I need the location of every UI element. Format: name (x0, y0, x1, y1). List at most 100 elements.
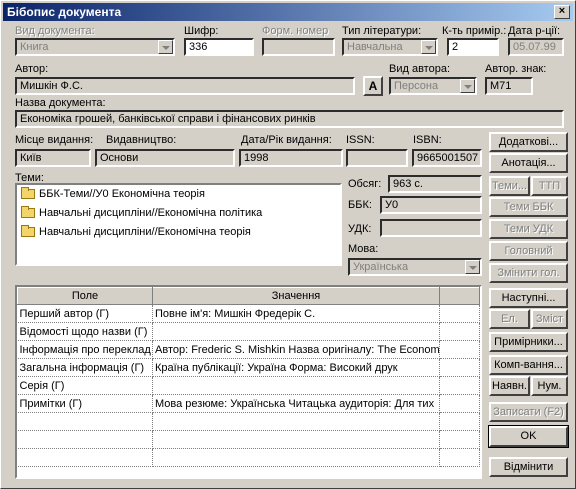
fields-table[interactable]: Поле Значення Перший автор (Г) Повне ім'я… (15, 285, 482, 479)
isbn-label: ISBN: (413, 134, 442, 146)
issn-input[interactable] (346, 149, 408, 167)
table-cell (17, 430, 153, 449)
topics-list[interactable]: ББК-Теми//У0 Економічна теорія Навчальні… (15, 183, 342, 266)
cancel-button[interactable]: Відмінити (489, 457, 568, 477)
place-input[interactable]: Київ (15, 149, 91, 167)
completing-button[interactable]: Комп-вання... (489, 355, 568, 375)
volume-input[interactable]: 963 с. (388, 175, 482, 193)
isbn-input[interactable]: 9665001507 (412, 149, 482, 167)
table-cell: Відомості щодо назви (Г) (17, 322, 153, 341)
date-year-input[interactable]: 1998 (239, 149, 343, 167)
input-date-input[interactable]: 05.07.99 (508, 38, 564, 56)
column-header-field[interactable]: Поле (17, 287, 153, 305)
table-row[interactable]: Відомості щодо назви (Г) (17, 322, 480, 341)
topics-bbk-button[interactable]: Теми ББК (489, 197, 568, 217)
form-number-input[interactable] (262, 38, 335, 56)
list-item[interactable]: ББК-Теми//У0 Економічна теорія (17, 185, 340, 204)
table-cell (152, 430, 440, 449)
table-row[interactable]: Примітки (Г) Мова резюме: Українська Чита… (17, 394, 480, 413)
udk-input[interactable] (380, 219, 482, 237)
table-cell (439, 448, 480, 467)
table-cell (439, 340, 480, 359)
additional-button[interactable]: Додаткові... (489, 132, 568, 152)
copies-input[interactable]: 2 (447, 38, 499, 56)
contents-button[interactable]: Зміст (531, 309, 568, 329)
column-header-value[interactable]: Значення (152, 287, 440, 305)
folder-icon (21, 225, 35, 238)
doc-type-select[interactable]: Книга (15, 38, 175, 56)
doc-name-label: Назва документа: (15, 97, 106, 109)
availability-button[interactable]: Наявн. (489, 376, 530, 396)
table-cell: Автор: Frederic S. Mishkin Назва оригіна… (152, 340, 440, 359)
main-button[interactable]: Головний (489, 241, 568, 261)
folder-icon (21, 187, 35, 200)
list-item[interactable]: Навчальні дисципліни//Економічна теорія (17, 223, 340, 242)
doc-name-input[interactable]: Економіка грошей, банківської справи і ф… (15, 110, 564, 128)
table-cell (439, 304, 480, 323)
table-cell (17, 412, 153, 431)
table-cell: Повне ім'я: Мишкін Фредерік С. (152, 304, 440, 323)
chevron-down-icon[interactable] (421, 40, 436, 54)
table-cell (17, 448, 153, 467)
annotation-button[interactable]: Анотація... (489, 153, 568, 173)
cipher-label: Шифр: (184, 25, 219, 37)
author-input[interactable]: Мишкін Ф.С. (15, 77, 355, 95)
table-row[interactable]: Перший автор (Г) Повне ім'я: Мишкін Фреде… (17, 304, 480, 323)
table-row[interactable]: Серія (Г) (17, 376, 480, 395)
chevron-down-icon[interactable] (460, 79, 475, 93)
table-cell (439, 358, 480, 377)
input-date-label: Дата р-ції: (508, 25, 561, 37)
form-number-label: Форм. номер (262, 25, 329, 37)
topic-label: ББК-Теми//У0 Економічна теорія (39, 188, 205, 200)
close-button[interactable]: × (554, 5, 570, 19)
el-button[interactable]: Ел. (489, 309, 530, 329)
table-row[interactable] (17, 430, 480, 449)
save-button[interactable]: Записати (F2) (489, 402, 568, 422)
list-item[interactable]: Навчальні дисципліни//Економічна політик… (17, 204, 340, 223)
window-title: Бібопис документа (7, 5, 122, 19)
chevron-down-icon[interactable] (158, 40, 173, 54)
place-label: Місце видання: (15, 134, 94, 146)
language-label: Мова: (348, 243, 379, 255)
author-lookup-button[interactable]: A (363, 76, 383, 96)
lit-type-value: Навчальна (347, 41, 403, 53)
change-main-button[interactable]: Змінити гол. (489, 263, 568, 283)
doc-type-value: Книга (20, 41, 49, 53)
table-cell (152, 412, 440, 431)
author-sign-label: Автор. знак: (485, 63, 547, 75)
column-header-extra (439, 287, 480, 305)
topics-udk-button[interactable]: Теми УДК (489, 219, 568, 239)
cipher-input[interactable]: 336 (184, 38, 254, 56)
lit-type-select[interactable]: Навчальна (342, 38, 438, 56)
table-row[interactable]: Інформація про переклад Автор: Frederic S… (17, 340, 480, 359)
ttp-button[interactable]: ТТП (531, 176, 568, 196)
bbk-input[interactable]: У0 (380, 196, 482, 214)
num-button[interactable]: Нум. (531, 376, 568, 396)
table-cell: Країна публікації: Україна Форма: Високи… (152, 358, 440, 377)
table-row[interactable]: Загальна інформація (Г) Країна публікації… (17, 358, 480, 377)
next-button[interactable]: Наступні... (489, 288, 568, 308)
ok-button[interactable]: OK (488, 425, 569, 448)
author-type-select[interactable]: Персона (389, 77, 477, 95)
bbk-label: ББК: (348, 199, 372, 211)
table-cell (152, 376, 440, 395)
author-sign-input[interactable]: М71 (485, 77, 533, 95)
copies-button[interactable]: Примірники... (489, 332, 568, 352)
table-cell (439, 412, 480, 431)
table-cell (439, 322, 480, 341)
table-row[interactable] (17, 448, 480, 467)
lit-type-label: Тип літератури: (342, 25, 422, 37)
table-cell (439, 394, 480, 413)
chevron-down-icon[interactable] (465, 260, 480, 274)
language-select[interactable]: Українська (348, 258, 482, 276)
table-cell: Перший автор (Г) (17, 304, 153, 323)
bibliographic-dialog: Бібопис документа × Вид документа: Книга… (0, 0, 576, 489)
folder-icon (21, 206, 35, 219)
author-label: Автор: (15, 63, 49, 75)
topics-button[interactable]: Теми... (489, 176, 530, 196)
topic-label: Навчальні дисципліни//Економічна теорія (39, 226, 251, 238)
table-row[interactable] (17, 412, 480, 431)
publisher-input[interactable]: Основи (95, 149, 235, 167)
table-cell (439, 430, 480, 449)
publisher-label: Видавництво: (106, 134, 177, 146)
